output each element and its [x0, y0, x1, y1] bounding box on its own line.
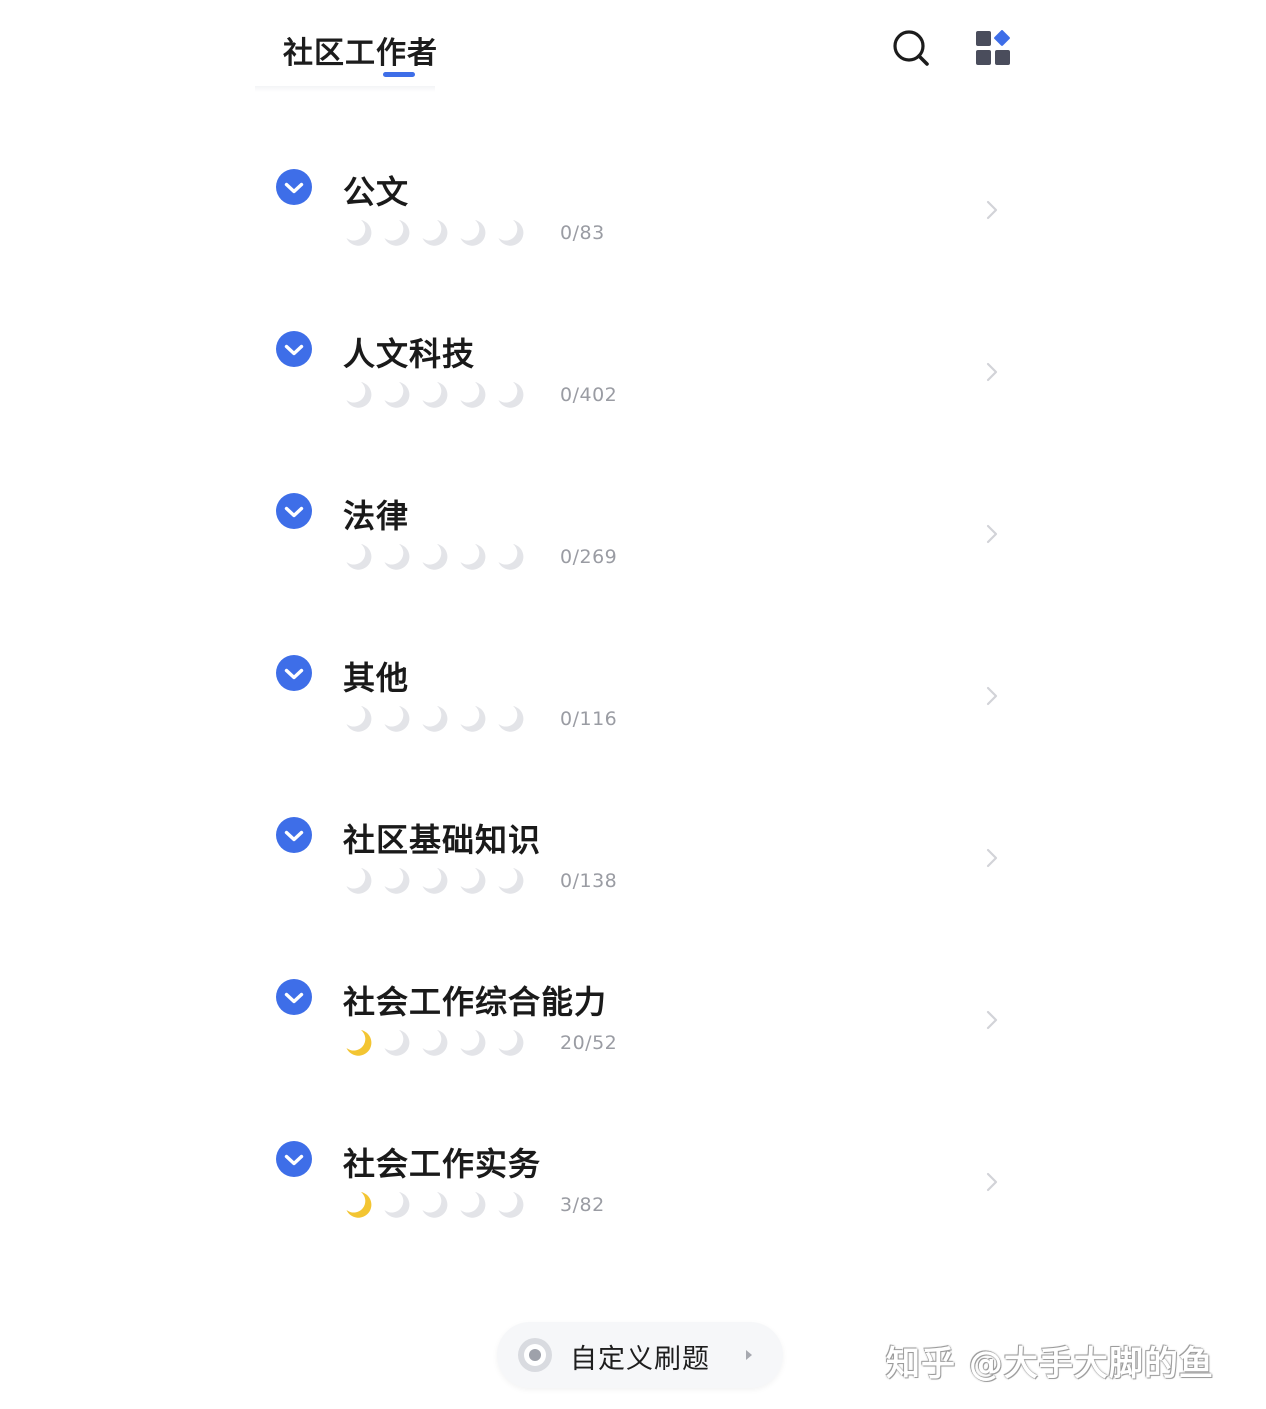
moon-empty-icon — [498, 220, 524, 246]
category-title: 社会工作实务 — [343, 1145, 542, 1183]
moon-empty-icon — [460, 220, 486, 246]
category-row[interactable]: 社会工作实务 3/82 — [0, 1137, 1266, 1277]
moon-empty-icon — [346, 544, 372, 570]
check-circle-icon — [276, 817, 312, 853]
progress-count: 0/138 — [560, 870, 618, 892]
grid-apps-icon — [976, 30, 1010, 65]
progress-count: 0/269 — [560, 546, 618, 568]
level-moons — [343, 1189, 525, 1219]
level-moons — [343, 379, 525, 409]
category-title: 其他 — [343, 659, 410, 697]
moon-empty-icon — [384, 1192, 410, 1218]
moon-empty-icon — [422, 1030, 448, 1056]
moon-empty-icon — [498, 868, 524, 894]
tab-community-worker[interactable]: 社区工作者 — [283, 28, 438, 72]
custom-practice-label: 自定义刷题 — [570, 1344, 710, 1375]
moon-empty-icon — [460, 544, 486, 570]
progress-count: 20/52 — [560, 1032, 618, 1054]
category-grid-button[interactable] — [974, 28, 1014, 68]
moon-empty-icon — [422, 1192, 448, 1218]
moon-empty-icon — [460, 1030, 486, 1056]
active-tab-indicator — [383, 72, 415, 77]
progress-count: 0/116 — [560, 708, 618, 730]
category-row[interactable]: 社会工作综合能力 20/52 — [0, 975, 1266, 1115]
moon-empty-icon — [498, 382, 524, 408]
category-title: 人文科技 — [343, 335, 476, 373]
category-row[interactable]: 公文 0/83 — [0, 165, 1266, 305]
top-header: 社区工作者 — [0, 0, 1266, 100]
category-title: 社区基础知识 — [343, 821, 542, 859]
category-title: 法律 — [343, 497, 410, 535]
check-circle-icon — [276, 331, 312, 367]
check-circle-icon — [276, 169, 312, 205]
moon-empty-icon — [346, 382, 372, 408]
moon-empty-icon — [460, 1192, 486, 1218]
progress-count: 0/83 — [560, 222, 605, 244]
level-moons — [343, 703, 525, 733]
moon-empty-icon — [422, 544, 448, 570]
moon-empty-icon — [384, 220, 410, 246]
moon-empty-icon — [346, 868, 372, 894]
moon-empty-icon — [498, 1030, 524, 1056]
level-moons — [343, 865, 525, 895]
chevron-right-icon — [986, 848, 998, 868]
progress-count: 3/82 — [560, 1194, 605, 1216]
moon-empty-icon — [346, 706, 372, 732]
moon-filled-icon — [346, 1030, 372, 1056]
moon-empty-icon — [498, 706, 524, 732]
target-icon — [518, 1338, 552, 1372]
level-moons — [343, 541, 525, 571]
moon-empty-icon — [384, 868, 410, 894]
chevron-right-icon — [986, 362, 998, 382]
moon-empty-icon — [384, 706, 410, 732]
custom-practice-button[interactable]: 自定义刷题 — [497, 1322, 783, 1388]
play-arrow-icon — [746, 1350, 752, 1360]
level-moons — [343, 1027, 525, 1057]
moon-empty-icon — [498, 544, 524, 570]
chevron-right-icon — [986, 524, 998, 544]
moon-empty-icon — [422, 220, 448, 246]
moon-empty-icon — [422, 868, 448, 894]
search-button[interactable] — [891, 28, 931, 68]
moon-empty-icon — [460, 382, 486, 408]
moon-empty-icon — [384, 544, 410, 570]
chevron-right-icon — [986, 1010, 998, 1030]
moon-empty-icon — [384, 382, 410, 408]
moon-empty-icon — [422, 706, 448, 732]
category-row[interactable]: 社区基础知识 0/138 — [0, 813, 1266, 953]
moon-empty-icon — [422, 382, 448, 408]
moon-filled-icon — [346, 1192, 372, 1218]
search-icon — [893, 30, 929, 66]
category-row[interactable]: 法律 0/269 — [0, 489, 1266, 629]
category-row[interactable]: 其他 0/116 — [0, 651, 1266, 791]
chevron-right-icon — [986, 1172, 998, 1192]
level-moons — [343, 217, 525, 247]
check-circle-icon — [276, 1141, 312, 1177]
chevron-right-icon — [986, 200, 998, 220]
moon-empty-icon — [460, 868, 486, 894]
check-circle-icon — [276, 979, 312, 1015]
category-title: 社会工作综合能力 — [343, 983, 608, 1021]
moon-empty-icon — [498, 1192, 524, 1218]
category-title: 公文 — [343, 173, 410, 211]
check-circle-icon — [276, 493, 312, 529]
moon-empty-icon — [384, 1030, 410, 1056]
watermark: 知乎 @大手大脚的鱼 — [886, 1344, 1214, 1384]
header-divider — [255, 86, 435, 92]
category-row[interactable]: 人文科技 0/402 — [0, 327, 1266, 467]
progress-count: 0/402 — [560, 384, 618, 406]
chevron-right-icon — [986, 686, 998, 706]
moon-empty-icon — [346, 220, 372, 246]
check-circle-icon — [276, 655, 312, 691]
moon-empty-icon — [460, 706, 486, 732]
